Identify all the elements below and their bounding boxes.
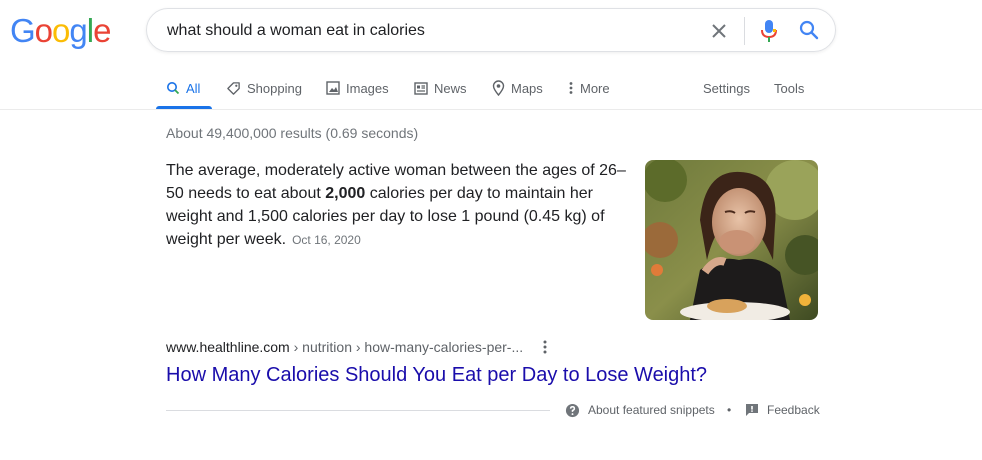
snippet-footer-divider (166, 410, 550, 411)
tab-more[interactable]: More (568, 78, 610, 98)
close-icon (712, 24, 726, 38)
image-icon (326, 81, 340, 95)
header-divider (0, 109, 982, 110)
snippet-highlight: 2,000 (325, 185, 366, 202)
feedback-icon (746, 404, 758, 416)
snippet-image[interactable] (645, 160, 818, 320)
snippet-date: Oct 16, 2020 (292, 233, 361, 247)
tab-label: Shopping (247, 80, 302, 96)
result-domain: www.healthline.com (166, 339, 290, 355)
more-vert-icon (569, 82, 573, 94)
footer-separator: • (727, 403, 732, 417)
clear-button[interactable] (707, 19, 731, 43)
tab-label: Maps (511, 80, 543, 96)
tab-label: News (434, 80, 467, 96)
logo-letter: G (10, 12, 36, 49)
woman-eating-photo (645, 160, 818, 320)
logo-letter: o (52, 12, 70, 49)
logo-letter: e (93, 12, 111, 49)
microphone-icon (761, 20, 777, 42)
search-button[interactable] (797, 18, 821, 42)
result-breadcrumb: › nutrition › how-many-calories-per-... (289, 339, 524, 355)
search-box[interactable]: what should a woman eat in calories (146, 8, 836, 52)
tab-shopping[interactable]: Shopping (226, 78, 302, 98)
tab-news[interactable]: News (414, 78, 467, 98)
result-stats: About 49,400,000 results (0.69 seconds) (166, 125, 419, 141)
logo-letter: o (34, 12, 53, 49)
logo-letter: g (69, 12, 87, 49)
tag-icon (227, 81, 240, 95)
about-label: About featured snippets (588, 403, 715, 417)
search-divider (744, 17, 745, 45)
search-icon (167, 82, 180, 95)
more-vert-icon (543, 340, 547, 354)
feedback-label: Feedback (767, 403, 820, 417)
map-pin-icon (492, 80, 505, 96)
result-url[interactable]: www.healthline.com › nutrition › how-man… (166, 338, 523, 356)
result-options-button[interactable] (538, 338, 552, 356)
voice-search-button[interactable] (758, 18, 780, 44)
search-icon (799, 20, 819, 40)
search-input[interactable]: what should a woman eat in calories (167, 21, 425, 41)
settings-link[interactable]: Settings (703, 78, 750, 98)
tools-link[interactable]: Tools (774, 78, 804, 98)
tab-label: Images (346, 80, 389, 96)
feedback-link[interactable]: Feedback (745, 402, 820, 418)
help-icon (565, 403, 580, 417)
result-title-link[interactable]: How Many Calories Should You Eat per Day… (166, 362, 707, 388)
tab-images[interactable]: Images (326, 78, 389, 98)
tab-label: All (186, 80, 201, 96)
tab-maps[interactable]: Maps (492, 78, 543, 98)
news-icon (414, 81, 428, 95)
tab-all[interactable]: All (166, 78, 200, 98)
featured-snippet-text: The average, moderately active woman bet… (166, 159, 634, 252)
about-featured-snippets-link[interactable]: About featured snippets (565, 402, 715, 418)
tab-label: More (580, 80, 610, 96)
google-logo[interactable]: Google (10, 12, 111, 50)
